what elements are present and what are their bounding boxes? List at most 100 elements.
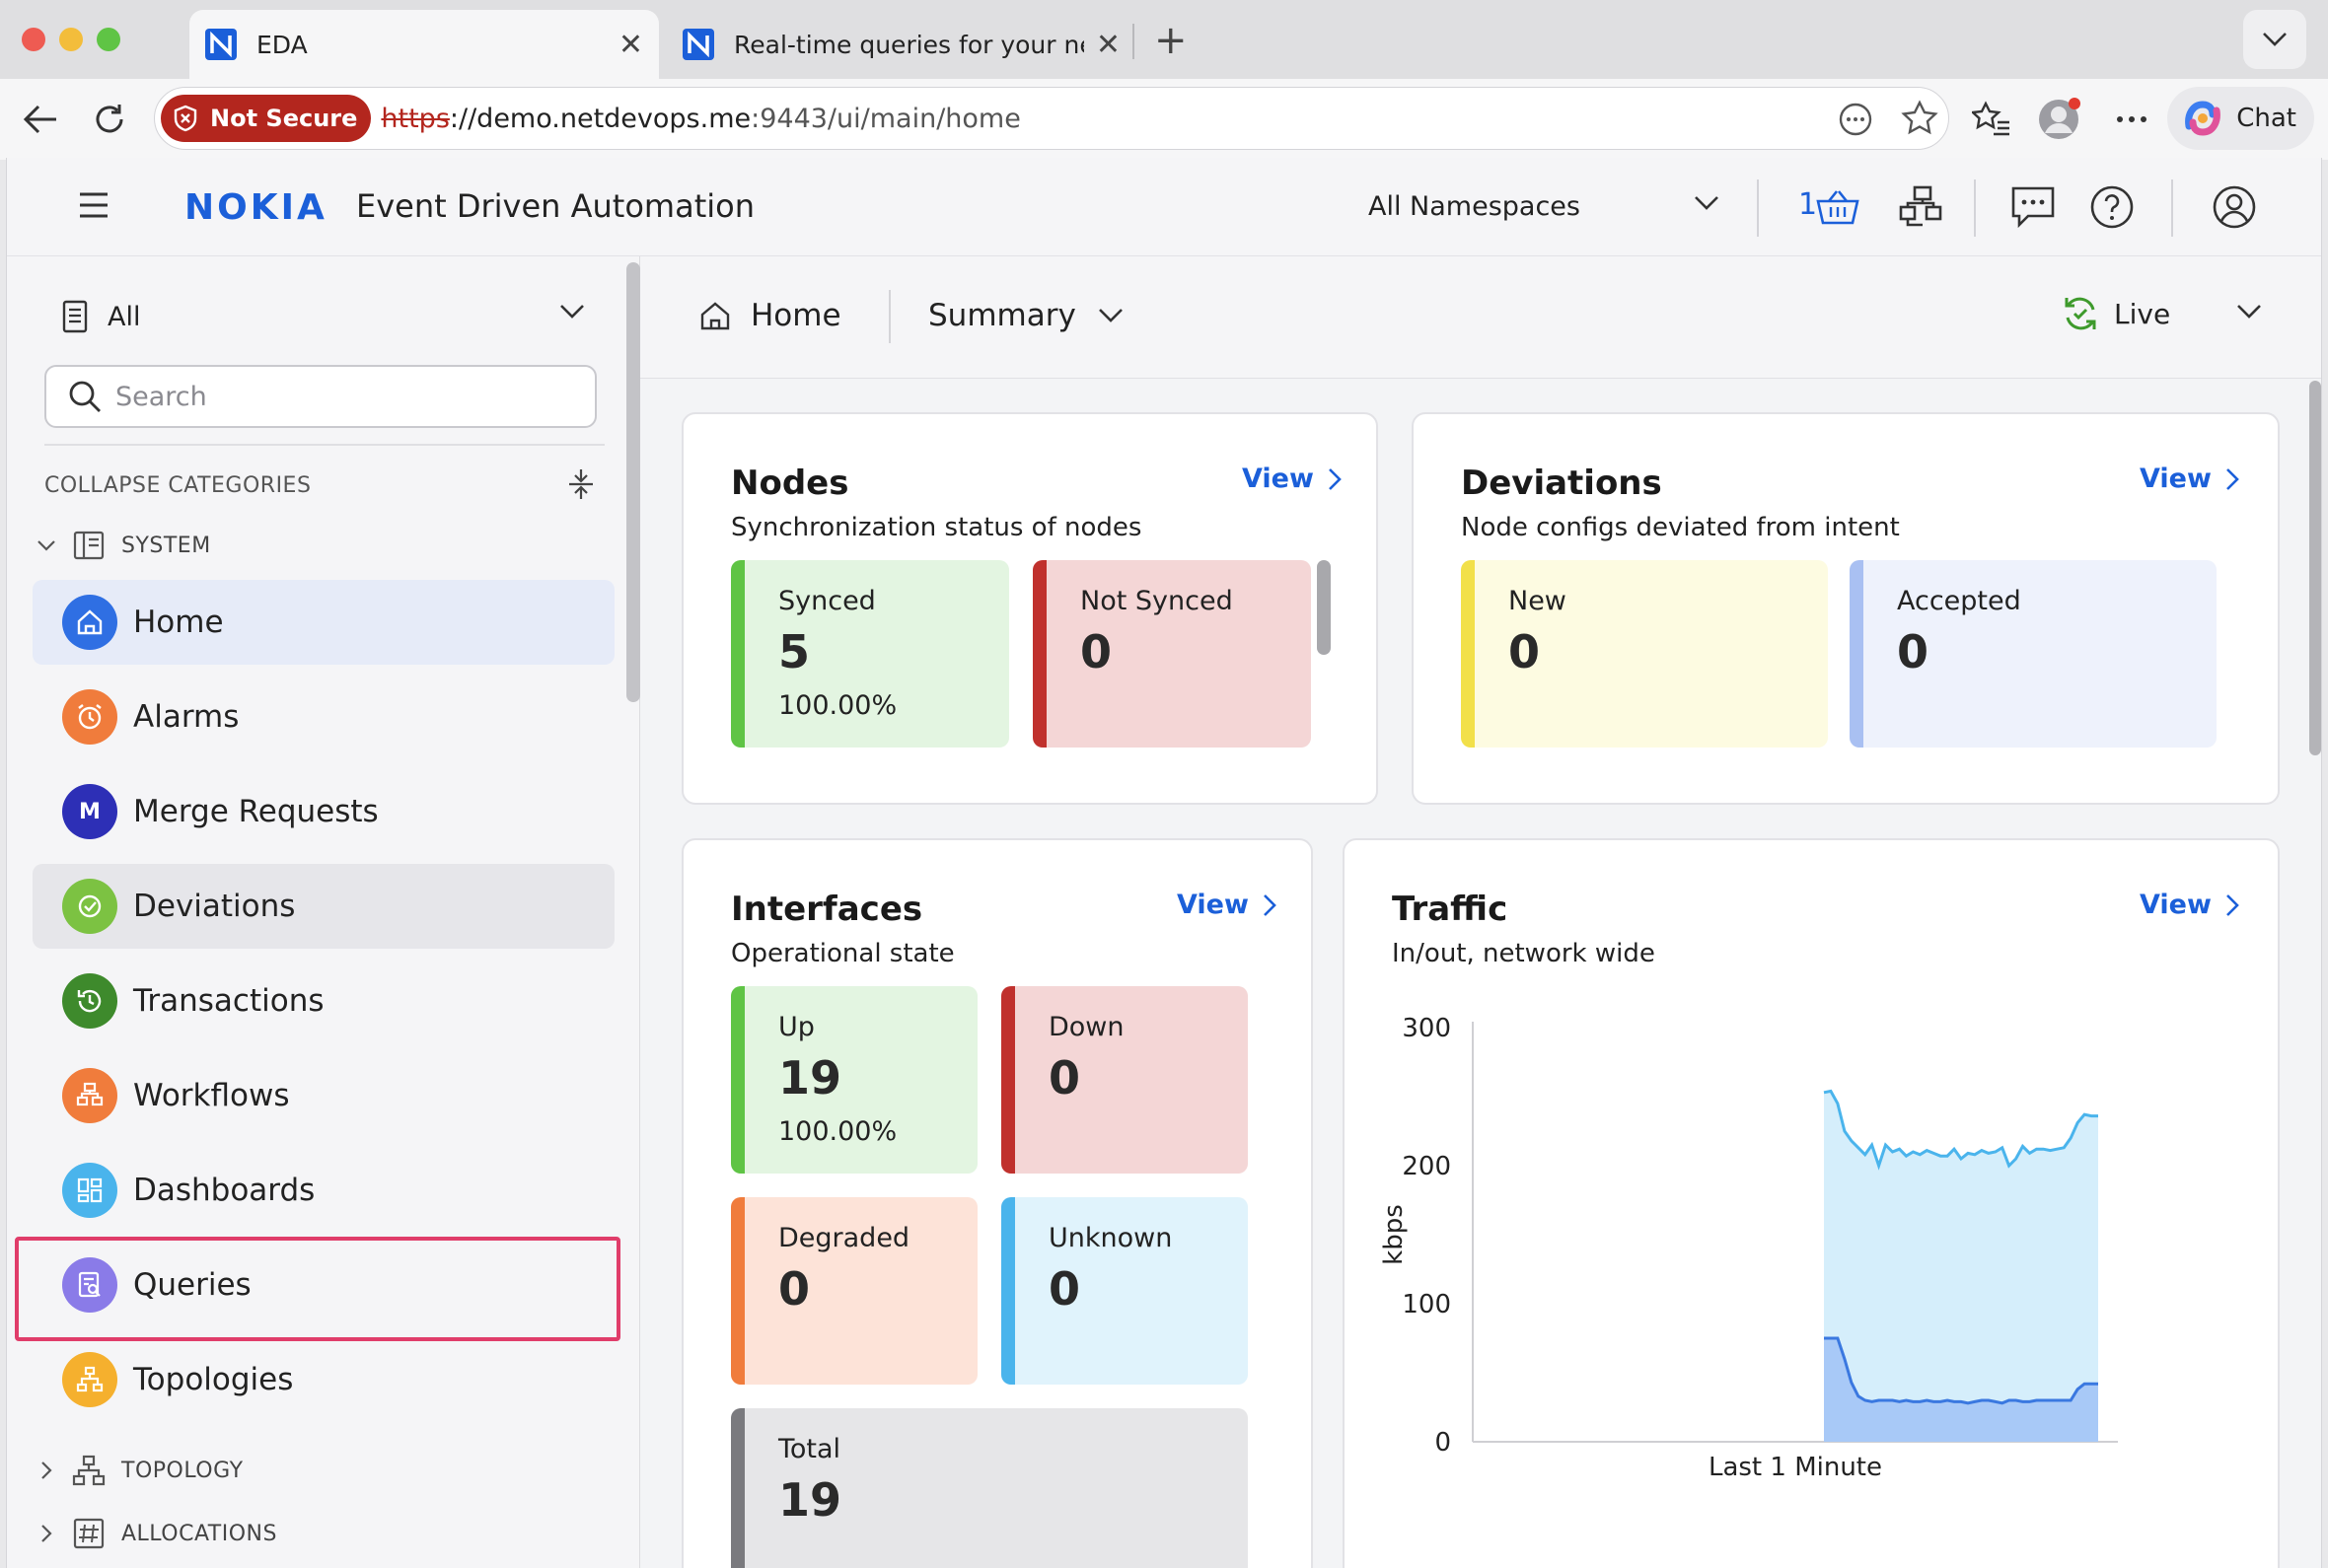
reload-button[interactable] <box>85 95 134 144</box>
traffic-chart[interactable]: 0 100 200 300 kbps Last 1 Minute <box>1364 988 2252 1540</box>
hamburger-menu-icon[interactable] <box>78 191 109 219</box>
dashboard-icon <box>62 1163 117 1218</box>
not-secure-badge[interactable]: Not Secure <box>161 95 372 142</box>
chevron-right-icon <box>1264 893 1276 916</box>
sidebar-item-dashboards[interactable]: Dashboards <box>33 1148 615 1233</box>
window-zoom-dot[interactable] <box>97 28 120 51</box>
close-tab-icon[interactable]: ✕ <box>1096 28 1121 62</box>
category-system-label: SYSTEM <box>121 533 211 558</box>
dashboard-view-label: Summary <box>928 298 1076 333</box>
close-tab-icon[interactable]: ✕ <box>618 28 643 62</box>
sidebar-item-deviations[interactable]: Deviations <box>33 864 615 949</box>
browser-tab-eda[interactable]: EDA ✕ <box>189 10 659 79</box>
avatar-icon <box>2039 98 2080 139</box>
view-label: View <box>1242 463 1314 494</box>
profile-button[interactable] <box>2034 95 2083 144</box>
new-tab-icon[interactable]: + <box>1154 18 1188 63</box>
interfaces-unknown-tile[interactable]: Unknown 0 <box>1001 1197 1248 1385</box>
more-menu-button[interactable] <box>2107 95 2156 144</box>
svg-text:NOKIA: NOKIA <box>184 187 327 225</box>
nokia-favicon-icon <box>683 29 714 60</box>
tile-label: Up <box>778 1012 815 1042</box>
window-minimize-dot[interactable] <box>59 28 83 51</box>
namespace-selector[interactable]: All Namespaces <box>1368 191 1580 222</box>
chat-label: Chat <box>2236 104 2296 133</box>
favorites-list-icon <box>1972 101 2009 136</box>
copilot-chat-button[interactable]: Chat <box>2167 87 2314 150</box>
sidebar-search[interactable] <box>44 365 597 428</box>
back-button[interactable] <box>16 95 65 144</box>
tab-list-button[interactable] <box>2243 10 2306 69</box>
tile-value: 0 <box>1049 1051 1081 1105</box>
sidebar-item-merge-requests[interactable]: M Merge Requests <box>33 769 615 854</box>
eda-app: NOKIA Event Driven Automation All Namesp… <box>6 158 2322 1568</box>
interfaces-view-link[interactable]: View <box>1177 890 1276 920</box>
chevron-down-icon[interactable] <box>2236 304 2262 320</box>
x-axis-label: Last 1 Minute <box>1709 1453 1882 1482</box>
traffic-view-link[interactable]: View <box>2140 890 2239 920</box>
nodes-not-synced-tile[interactable]: Not Synced 0 <box>1033 560 1311 748</box>
sidebar-item-label: Dashboards <box>133 1173 316 1208</box>
chevron-down-icon[interactable] <box>1694 195 1719 211</box>
chevron-right-icon <box>2226 893 2239 916</box>
tile-value: 0 <box>1049 1262 1081 1316</box>
traffic-card: Traffic In/out, network wide View 0 100 20… <box>1343 838 2280 1568</box>
help-button[interactable] <box>2084 179 2140 235</box>
notifications-button[interactable] <box>2005 179 2061 235</box>
deviations-card: Deviations Node configs deviated from in… <box>1412 412 2280 805</box>
main-content: Home Summary Live Nodes Synchronization … <box>640 256 2321 1568</box>
interfaces-subtitle: Operational state <box>731 939 955 968</box>
deviations-accepted-tile[interactable]: Accepted 0 <box>1850 560 2217 748</box>
nodes-synced-tile[interactable]: Synced 5 100.00% <box>731 560 1009 748</box>
interfaces-total-tile[interactable]: Total 19 <box>731 1408 1248 1568</box>
y-tick-label: 100 <box>1402 1290 1451 1319</box>
category-topology[interactable]: TOPOLOGY <box>35 1454 244 1487</box>
tile-value: 0 <box>1897 625 1929 678</box>
address-bar[interactable]: Not Secure https://demo.netdevops.me:944… <box>154 87 1949 150</box>
dashboard-view-selector[interactable]: Summary <box>928 298 1124 333</box>
browser-tab-queries[interactable]: Real-time queries for your netwo ✕ <box>667 10 1136 79</box>
tile-value: 0 <box>778 1262 811 1316</box>
interfaces-up-tile[interactable]: Up 19 100.00% <box>731 986 978 1174</box>
favorites-button[interactable] <box>1967 95 2016 144</box>
chevron-down-icon[interactable] <box>559 304 585 320</box>
copilot-icon <box>2185 101 2221 136</box>
sidebar-item-alarms[interactable]: Alarms <box>33 675 615 759</box>
category-allocations-label: ALLOCATIONS <box>121 1521 277 1546</box>
transaction-basket-button[interactable] <box>1810 179 1865 235</box>
sidebar-item-home[interactable]: Home <box>33 580 615 665</box>
chevron-right-icon <box>41 1525 52 1542</box>
main-scrollbar[interactable] <box>2309 381 2321 755</box>
sidebar-item-workflows[interactable]: Workflows <box>33 1053 615 1138</box>
category-topology-label: TOPOLOGY <box>121 1458 244 1483</box>
sidebar-filter[interactable]: All <box>62 300 140 333</box>
search-input[interactable] <box>115 381 549 412</box>
collapse-categories-label[interactable]: COLLAPSE CATEGORIES <box>44 473 311 498</box>
category-allocations[interactable]: ALLOCATIONS <box>35 1517 277 1550</box>
category-system[interactable]: SYSTEM <box>35 529 211 562</box>
star-icon[interactable] <box>1901 100 1938 137</box>
breadcrumb-separator <box>889 290 891 343</box>
nodes-tiles-scrollbar[interactable] <box>1317 560 1331 655</box>
sidebar-item-queries[interactable]: Queries <box>33 1243 615 1327</box>
nodes-view-link[interactable]: View <box>1242 463 1342 494</box>
live-refresh-selector[interactable]: Live <box>2061 294 2170 333</box>
interfaces-degraded-tile[interactable]: Degraded 0 <box>731 1197 978 1385</box>
sidebar-item-topologies[interactable]: Topologies <box>33 1337 615 1422</box>
nokia-logo: NOKIA <box>184 187 327 225</box>
interfaces-down-tile[interactable]: Down 0 <box>1001 986 1248 1174</box>
url-text: https://demo.netdevops.me:9443/ui/main/h… <box>381 104 1020 134</box>
sidebar-scrollbar[interactable] <box>626 262 640 702</box>
window-close-dot[interactable] <box>22 28 45 51</box>
collapse-all-icon[interactable] <box>567 467 595 501</box>
breadcrumb-home[interactable]: Home <box>699 298 841 333</box>
user-account-button[interactable] <box>2207 179 2262 235</box>
deviations-new-tile[interactable]: New 0 <box>1461 560 1828 748</box>
sidebar-item-transactions[interactable]: Transactions <box>33 959 615 1043</box>
tile-label: Accepted <box>1897 586 2021 616</box>
workflow-button[interactable] <box>1893 179 1948 235</box>
deviations-view-link[interactable]: View <box>2140 463 2239 494</box>
browser-tab-strip: EDA ✕ Real-time queries for your netwo ✕… <box>0 0 2328 79</box>
tile-label: Total <box>778 1434 841 1464</box>
page-options-icon[interactable] <box>1838 102 1873 137</box>
